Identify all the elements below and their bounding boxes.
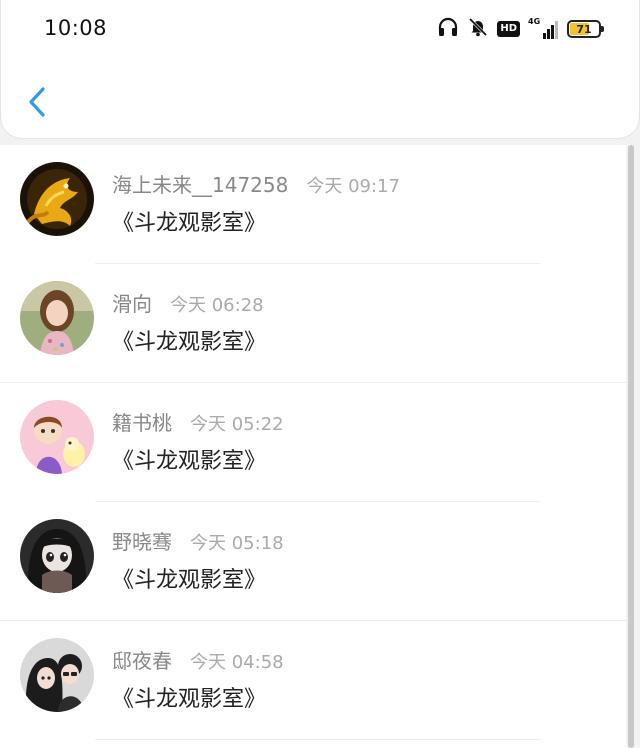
- hd-icon: HD: [497, 21, 520, 37]
- comment-item[interactable]: 邸夜春 今天 04:58 《斗龙观影室》: [0, 621, 626, 740]
- battery-level-text: 71: [576, 22, 592, 36]
- comment-time: 今天 06:28: [170, 295, 264, 316]
- battery-icon: 71: [567, 20, 604, 38]
- commenter-name[interactable]: 滑向: [112, 288, 152, 317]
- commenter-name[interactable]: 海上未来__147258: [112, 169, 288, 198]
- commenter-name[interactable]: 籍书桃: [112, 407, 172, 436]
- network-type-label: 4G: [528, 17, 541, 26]
- couple-avatar[interactable]: [20, 638, 94, 712]
- comment-text: 《斗龙观影室》: [112, 211, 267, 236]
- comment-time: 今天 05:18: [190, 533, 284, 554]
- anime-girl-avatar[interactable]: [20, 519, 94, 593]
- comment-meta: 籍书桃 今天 05:22: [112, 407, 284, 436]
- comment-list[interactable]: 海上未来__147258 今天 09:17 《斗龙观影室》 滑向 今天 06:2…: [0, 145, 626, 748]
- commenter-name[interactable]: 邸夜春: [112, 645, 172, 674]
- girl-portrait-avatar[interactable]: [20, 281, 94, 355]
- comment-text: 《斗龙观影室》: [112, 449, 267, 474]
- status-time: 10:08: [44, 16, 108, 40]
- comment-item[interactable]: 籍书桃 今天 05:22 《斗龙观影室》: [0, 383, 626, 502]
- comment-item[interactable]: 野晓骞 今天 05:18 《斗龙观影室》: [0, 502, 626, 621]
- golden-dragon-avatar[interactable]: [20, 162, 94, 236]
- headphones-icon: [437, 17, 459, 41]
- commenter-name[interactable]: 野晓骞: [112, 526, 172, 555]
- comment-text: 《斗龙观影室》: [112, 568, 267, 593]
- comment-meta: 野晓骞 今天 05:18: [112, 526, 284, 555]
- comment-time: 今天 04:58: [190, 652, 284, 673]
- cellular-signal-icon: 4G: [528, 17, 558, 39]
- comment-meta: 滑向 今天 06:28: [112, 288, 264, 317]
- comment-item[interactable]: 滑向 今天 06:28 《斗龙观影室》: [0, 264, 626, 383]
- comment-item[interactable]: 海上未来__147258 今天 09:17 《斗龙观影室》: [0, 145, 626, 264]
- comment-time: 今天 05:22: [190, 414, 284, 435]
- comment-text: 《斗龙观影室》: [112, 687, 267, 712]
- status-icons: HD 4G 71: [437, 17, 604, 41]
- cartoon-kids-avatar[interactable]: [20, 400, 94, 474]
- comment-text: 《斗龙观影室》: [112, 330, 267, 355]
- comment-time: 今天 09:17: [306, 176, 400, 197]
- top-app-bar: 10:08 HD 4G 71: [0, 0, 640, 139]
- mute-bell-icon: [468, 17, 488, 41]
- back-button[interactable]: [19, 80, 55, 124]
- scrollbar[interactable]: [628, 145, 634, 748]
- comment-meta: 海上未来__147258 今天 09:17: [112, 169, 400, 198]
- comment-meta: 邸夜春 今天 04:58: [112, 645, 284, 674]
- chevron-left-icon: [29, 87, 45, 117]
